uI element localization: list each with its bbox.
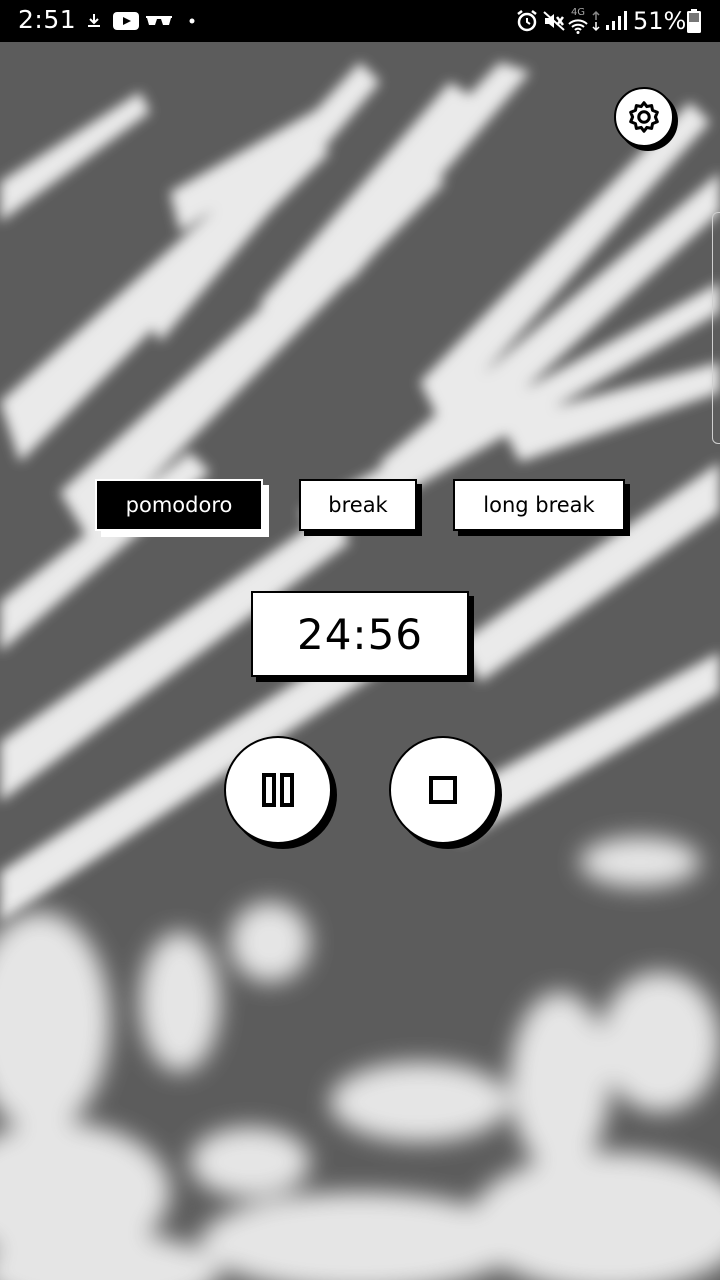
timer-display: 24:56 [251,591,469,677]
youtube-icon [113,0,139,42]
alarm-icon [515,0,539,42]
tab-pomodoro-label: pomodoro [125,493,233,517]
pause-icon [261,772,295,808]
battery-percent: 51% [633,7,687,35]
tab-long-break[interactable]: long break [453,479,625,531]
dot-icon [188,0,196,42]
mute-icon [541,0,567,42]
data-arrows-icon [590,0,602,42]
pause-button[interactable] [224,736,332,844]
timer-value: 24:56 [296,609,424,659]
download-icon [84,0,104,42]
battery-icon [686,0,702,42]
tab-pomodoro[interactable]: pomodoro [95,479,263,531]
stop-icon [428,775,458,805]
stop-button[interactable] [389,736,497,844]
tab-long-break-label: long break [483,493,595,517]
tab-break-label: break [328,493,388,517]
tab-break[interactable]: break [299,479,417,531]
signal-icon [604,0,628,42]
wifi-icon: 4G [568,0,588,42]
status-bar: 2:51 4G 51% [0,0,720,42]
glasses-icon [146,0,172,42]
gear-icon [625,98,663,136]
settings-button[interactable] [614,87,674,147]
status-time: 2:51 [18,5,77,34]
network-type: 4G [570,7,586,18]
edge-panel-handle[interactable] [712,212,720,444]
